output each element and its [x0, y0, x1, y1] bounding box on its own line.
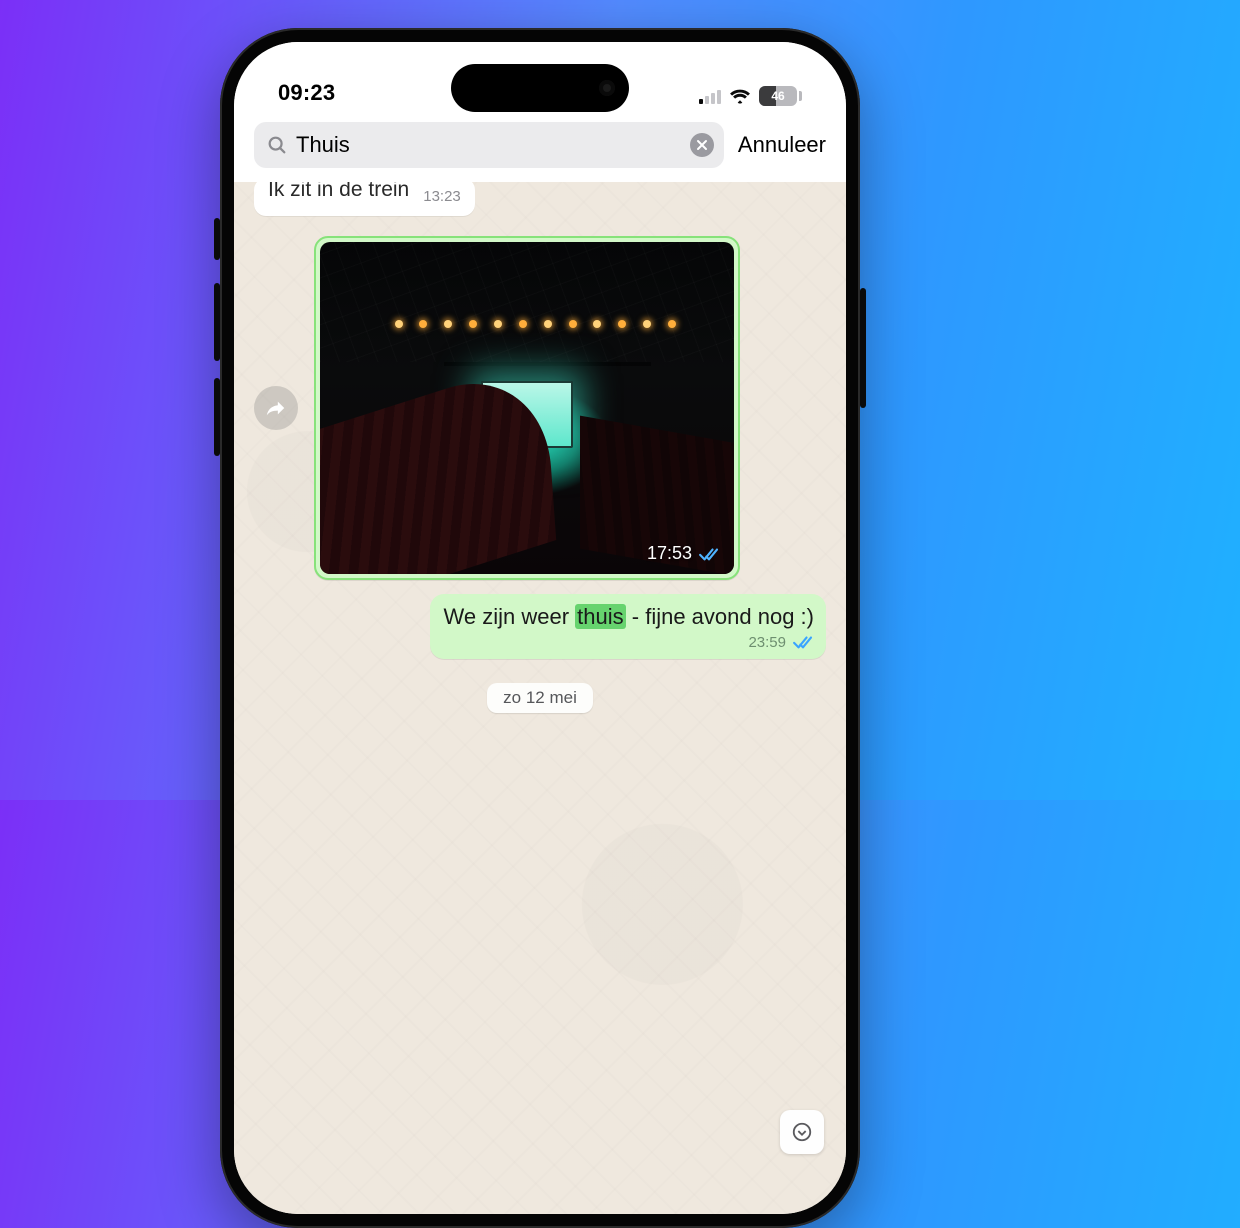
text-message-time: 23:59 — [748, 634, 786, 651]
search-highlight: thuis — [575, 604, 625, 629]
status-time: 09:23 — [278, 80, 335, 106]
clear-search-button[interactable] — [690, 133, 714, 157]
image-message-meta: 17:53 — [647, 543, 720, 564]
date-separator-chip: zo 12 mei — [487, 683, 593, 713]
chevron-down-icon — [791, 1121, 813, 1143]
forward-icon — [265, 397, 287, 419]
volume-up-button[interactable] — [214, 283, 220, 361]
volume-down-button[interactable] — [214, 378, 220, 456]
outgoing-image-bubble[interactable]: 17:53 — [314, 236, 740, 580]
cellular-signal-icon — [699, 88, 721, 104]
wifi-icon — [729, 88, 751, 104]
close-icon — [696, 139, 708, 151]
phone-frame: 09:23 46 — [220, 28, 860, 1228]
status-right: 46 — [699, 86, 802, 106]
power-button[interactable] — [860, 288, 866, 408]
read-ticks-icon — [792, 634, 814, 650]
text-message-meta: 23:59 — [444, 634, 814, 651]
search-icon — [266, 134, 288, 156]
scroll-to-latest-button[interactable] — [780, 1110, 824, 1154]
incoming-message-text: Ik zit in de trein — [268, 182, 409, 202]
read-ticks-icon — [698, 546, 720, 562]
search-field[interactable] — [254, 122, 724, 168]
battery-percent: 46 — [771, 89, 784, 103]
dynamic-island — [451, 64, 629, 112]
search-row: Annuleer — [234, 116, 846, 182]
chat-area[interactable]: Ik zit in de trein 13:23 — [234, 182, 846, 1214]
cancel-button[interactable]: Annuleer — [738, 132, 826, 158]
incoming-message-bubble[interactable]: Ik zit in de trein 13:23 — [254, 182, 475, 216]
silence-switch[interactable] — [214, 218, 220, 260]
image-message-time: 17:53 — [647, 543, 692, 564]
incoming-message-time: 13:23 — [423, 188, 461, 205]
outgoing-text-bubble[interactable]: We zijn weer thuis - fijne avond nog :) … — [430, 594, 826, 659]
screen: 09:23 46 — [234, 42, 846, 1214]
battery-indicator: 46 — [759, 86, 802, 106]
forward-button[interactable] — [254, 386, 298, 430]
attached-image[interactable]: 17:53 — [320, 242, 734, 574]
search-input[interactable] — [296, 132, 682, 158]
outgoing-message-text: We zijn weer thuis - fijne avond nog :) — [444, 602, 814, 632]
